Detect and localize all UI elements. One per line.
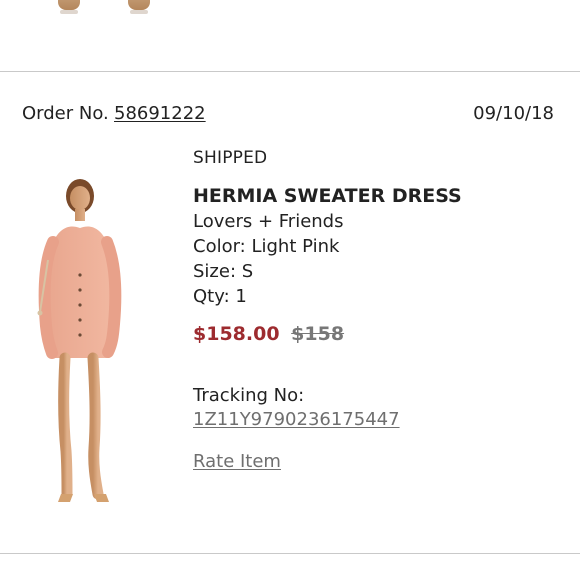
order-number-label: Order No. <box>22 103 109 124</box>
tracking-number-link[interactable]: 1Z11Y9790236175447 <box>193 408 400 432</box>
order-header: Order No. 58691222 09/10/18 <box>22 102 554 132</box>
shoe-preview-shape <box>128 0 150 10</box>
shoe-preview-shape <box>58 0 80 10</box>
product-quantity: Qty: 1 <box>193 286 247 307</box>
product-color: Color: Light Pink <box>193 236 340 257</box>
section-divider <box>0 71 580 72</box>
previous-order-card-fragment <box>0 0 580 70</box>
shipment-status: SHIPPED <box>193 148 268 168</box>
shoe-preview-icon <box>128 0 150 20</box>
shoe-preview-base <box>60 10 78 14</box>
shoe-preview-base <box>130 10 148 14</box>
order-date: 09/10/18 <box>473 103 554 124</box>
dress-product-photo <box>37 179 122 502</box>
shoe-preview-icon <box>58 0 80 20</box>
price-row: $158.00 $158 <box>193 322 344 346</box>
order-number-link[interactable]: 58691222 <box>114 102 206 126</box>
next-order-card-fragment <box>0 554 580 580</box>
product-name[interactable]: HERMIA SWEATER DRESS <box>193 184 462 208</box>
product-brand[interactable]: Lovers + Friends <box>193 210 344 234</box>
product-size: Size: S <box>193 261 254 282</box>
original-price: $158 <box>291 323 345 345</box>
tracking-label: Tracking No: <box>193 385 305 406</box>
product-image[interactable] <box>28 172 132 508</box>
sale-price: $158.00 <box>193 323 280 345</box>
rate-item-link[interactable]: Rate Item <box>193 450 281 474</box>
